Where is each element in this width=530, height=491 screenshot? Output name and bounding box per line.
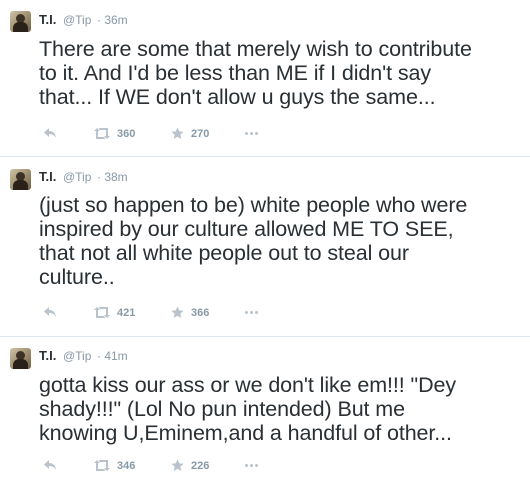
retweet-icon: [94, 460, 110, 471]
tweet-text-line: knowing U,Eminem,and a handful of other.…: [39, 421, 452, 445]
tweet-text-line: culture..: [39, 265, 115, 289]
tweet-text-line: gotta kiss our ass or we don't like em!!…: [39, 373, 457, 397]
reply-button[interactable]: [43, 126, 59, 142]
favorite-button[interactable]: 226: [171, 458, 216, 474]
tweet-text-line: There are some that merely wish to contr…: [39, 37, 472, 61]
more-button[interactable]: [245, 458, 261, 474]
avatar[interactable]: [10, 169, 31, 190]
author-name[interactable]: T.I.: [39, 169, 56, 184]
retweet-button[interactable]: 360: [93, 126, 143, 142]
retweet-count: 360: [117, 128, 136, 140]
star-icon: [171, 459, 184, 471]
retweet-count: 421: [117, 307, 136, 319]
author-handle[interactable]: @Tip: [63, 349, 91, 363]
tweet: T.I. @Tip · 38m (just so happen to be) w…: [0, 157, 530, 336]
reply-icon: [44, 460, 56, 470]
reply-icon: [44, 128, 56, 138]
tweet-text: (just so happen to be) white people who …: [39, 193, 527, 289]
tweet-header: T.I. @Tip · 38m: [39, 169, 128, 185]
avatar[interactable]: [10, 11, 31, 32]
tweet-text-line: inspired by our culture allowed ME TO SE…: [39, 217, 454, 241]
author-name[interactable]: T.I.: [39, 348, 56, 363]
author-handle[interactable]: @Tip: [63, 13, 91, 27]
retweet-icon: [94, 128, 110, 139]
reply-button[interactable]: [43, 458, 59, 474]
tweet: T.I. @Tip · 36m There are some that mere…: [0, 0, 530, 156]
tweet-text-line: (just so happen to be) white people who …: [39, 193, 468, 217]
author-name[interactable]: T.I.: [39, 12, 56, 27]
tweet-text: There are some that merely wish to contr…: [39, 37, 527, 109]
tweet-timestamp[interactable]: · 41m: [97, 349, 128, 363]
favorite-count: 226: [191, 460, 210, 472]
reply-button[interactable]: [43, 305, 59, 321]
tweet-text-line: to it. And I'd be less than ME if I didn…: [39, 61, 432, 85]
tweet-header: T.I. @Tip · 41m: [39, 348, 128, 364]
retweet-button[interactable]: 421: [93, 305, 143, 321]
retweet-icon: [94, 307, 110, 318]
tweet-text-line: shady!!!" (Lol No pun intended) But me: [39, 397, 405, 421]
tweet: T.I. @Tip · 41m gotta kiss our ass or we…: [0, 337, 530, 491]
tweet-timestamp[interactable]: · 38m: [97, 170, 128, 184]
star-icon: [171, 127, 184, 139]
more-button[interactable]: [245, 305, 261, 321]
tweet-timestamp[interactable]: · 36m: [97, 13, 128, 27]
avatar[interactable]: [10, 348, 31, 369]
retweet-button[interactable]: 346: [93, 458, 143, 474]
tweet-header: T.I. @Tip · 36m: [39, 12, 128, 28]
author-handle[interactable]: @Tip: [63, 170, 91, 184]
tweet-text: gotta kiss our ass or we don't like em!!…: [39, 373, 527, 445]
star-icon: [171, 306, 184, 318]
tweet-text-line: that... If WE don't allow u guys the sam…: [39, 85, 436, 109]
favorite-button[interactable]: 366: [171, 305, 216, 321]
tweet-text-line: that not all white people out to steal o…: [39, 241, 409, 265]
retweet-count: 346: [117, 460, 136, 472]
reply-icon: [44, 307, 56, 317]
more-button[interactable]: [245, 126, 261, 142]
favorite-button[interactable]: 270: [171, 126, 216, 142]
favorite-count: 366: [191, 307, 210, 319]
favorite-count: 270: [191, 128, 210, 140]
